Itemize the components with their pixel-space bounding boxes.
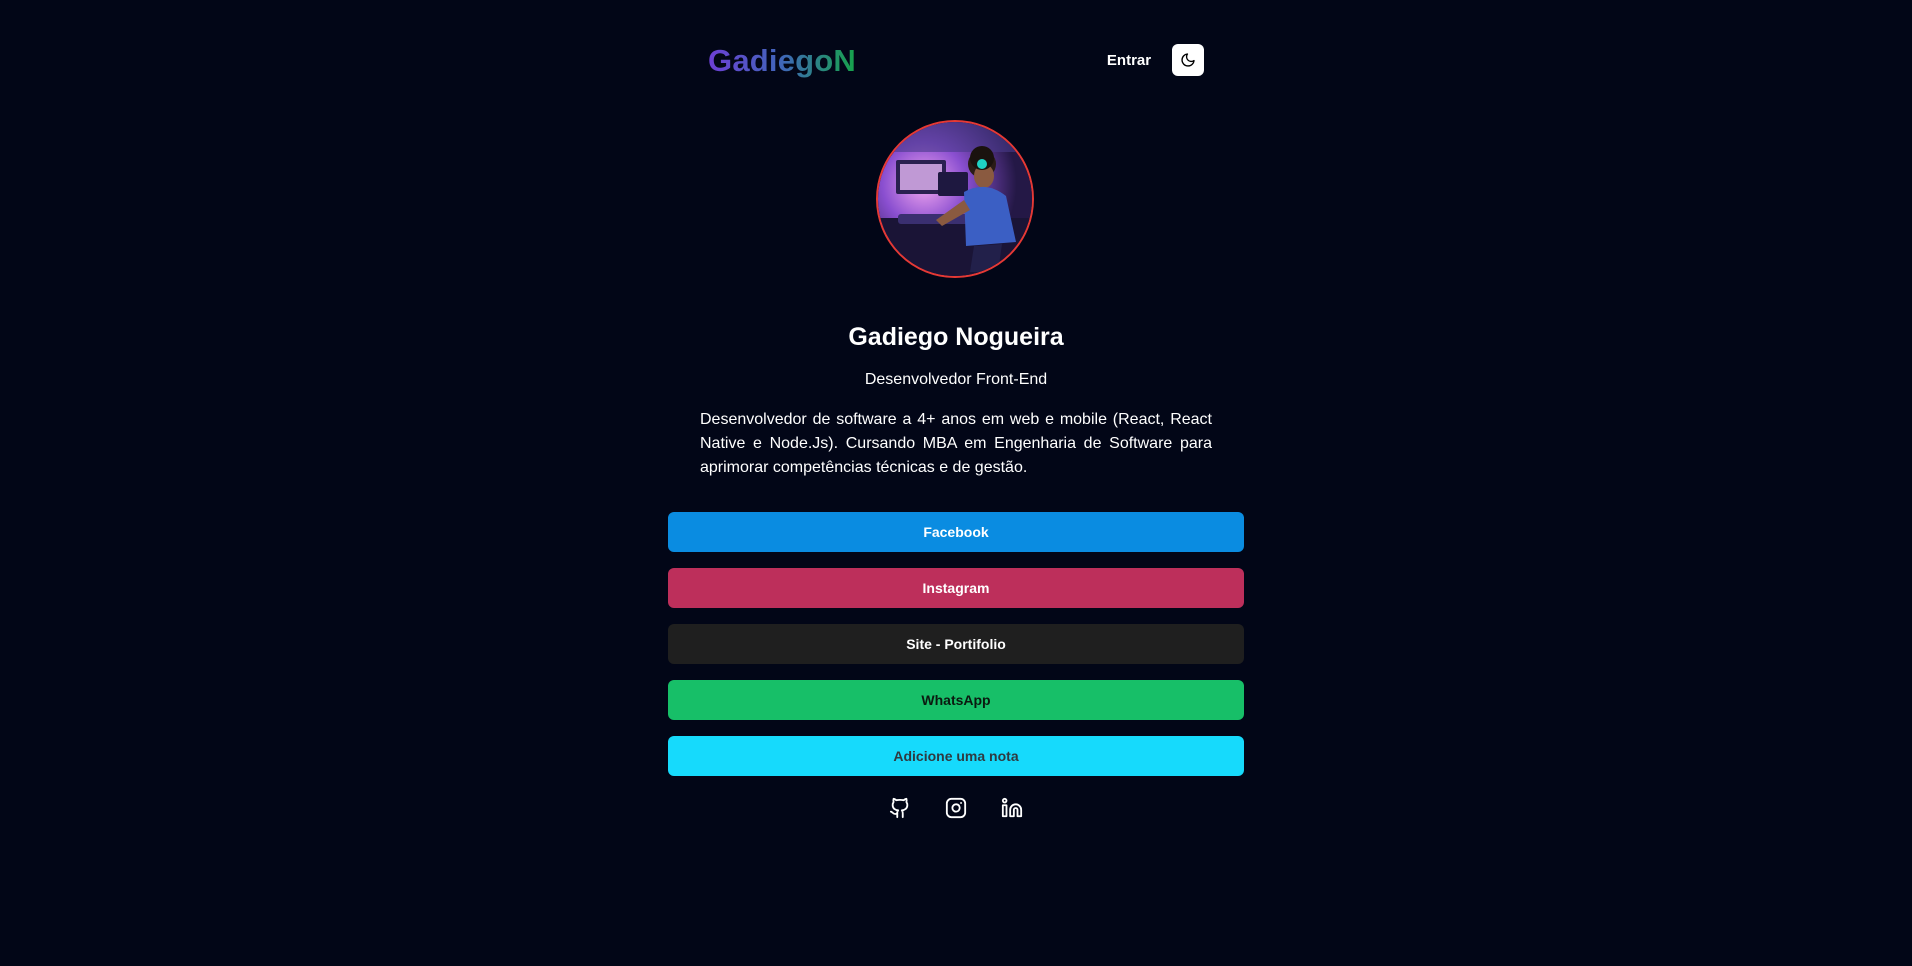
portfolio-link-button[interactable]: Site - Portifolio [668, 624, 1244, 664]
logo[interactable]: GadiegoN [708, 41, 856, 81]
linkedin-icon[interactable] [1000, 796, 1024, 820]
theme-toggle-button[interactable] [1172, 44, 1204, 76]
instagram-icon[interactable] [944, 796, 968, 820]
moon-icon [1180, 52, 1196, 68]
profile-role: Desenvolvedor Front-End [864, 371, 1048, 388]
facebook-link-button[interactable]: Facebook [668, 512, 1244, 552]
social-icons [876, 796, 1036, 828]
profile-bio: Desenvolvedor de software a 4+ anos em w… [700, 411, 1212, 476]
login-button[interactable]: Entrar [1100, 49, 1158, 73]
instagram-link-button[interactable]: Instagram [668, 568, 1244, 608]
links-list: Facebook Instagram Site - Portifolio Wha… [668, 512, 1244, 792]
header: GadiegoN Entrar [0, 0, 1912, 120]
github-icon[interactable] [888, 796, 912, 820]
add-note-button[interactable]: Adicione uma nota [668, 736, 1244, 776]
page: GadiegoN Entrar Gadiego Nogueira Desenvo… [0, 0, 1912, 966]
avatar [876, 120, 1034, 278]
profile-name: Gadiego Nogueira [848, 323, 1064, 351]
whatsapp-link-button[interactable]: WhatsApp [668, 680, 1244, 720]
